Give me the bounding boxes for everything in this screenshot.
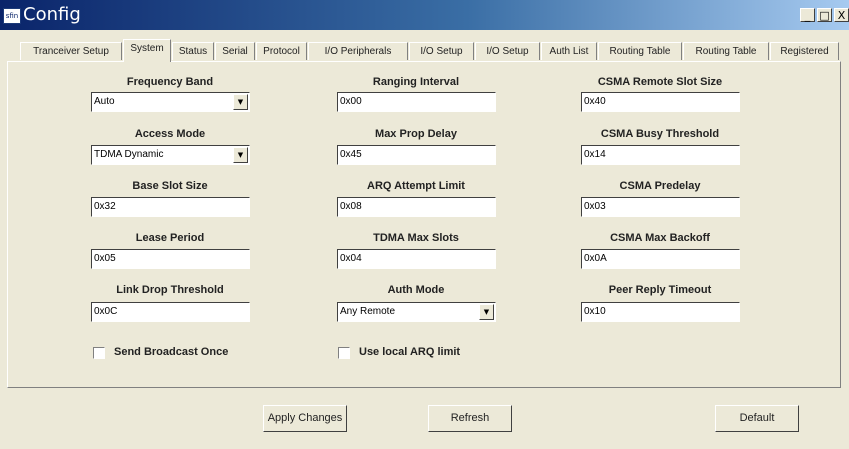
access-mode-select[interactable]: TDMA Dynamic ▼: [91, 145, 250, 165]
tab-io-peripherals[interactable]: I/O Peripherals: [308, 42, 408, 60]
lease-period-input[interactable]: 0x05: [91, 249, 250, 269]
ranging-interval-label: Ranging Interval: [372, 76, 460, 88]
max-prop-delay-input[interactable]: 0x45: [337, 145, 496, 165]
tab-routing-table-1[interactable]: Routing Table: [598, 42, 682, 60]
tab-status[interactable]: Status: [172, 42, 214, 60]
auth-mode-label: Auth Mode: [387, 284, 445, 296]
peer-reply-timeout-input[interactable]: 0x10: [581, 302, 740, 322]
close-button[interactable]: X: [834, 8, 849, 22]
window-title: Config: [23, 4, 81, 25]
maximize-button[interactable]: □: [817, 8, 832, 22]
tab-io-setup-1[interactable]: I/O Setup: [409, 42, 474, 60]
tab-routing-table-2[interactable]: Routing Table: [683, 42, 769, 60]
frequency-band-select[interactable]: Auto ▼: [91, 92, 250, 112]
lease-period-label: Lease Period: [135, 232, 205, 244]
tab-serial[interactable]: Serial: [215, 42, 255, 60]
base-slot-size-input[interactable]: 0x32: [91, 197, 250, 217]
csma-max-backoff-input[interactable]: 0x0A: [581, 249, 740, 269]
app-icon: sfin: [3, 8, 21, 24]
tab-system[interactable]: System: [123, 39, 171, 62]
csma-max-backoff-label: CSMA Max Backoff: [610, 232, 710, 244]
send-broadcast-once-label[interactable]: Send Broadcast Once: [114, 346, 228, 358]
access-mode-value: TDMA Dynamic: [94, 149, 164, 160]
tab-registered[interactable]: Registered: [770, 42, 839, 60]
csma-predelay-label: CSMA Predelay: [619, 180, 701, 192]
csma-remote-slot-size-input[interactable]: 0x40: [581, 92, 740, 112]
link-drop-threshold-input[interactable]: 0x0C: [91, 302, 250, 322]
chevron-down-icon[interactable]: ▼: [233, 94, 248, 110]
tab-tranceiver-setup[interactable]: Tranceiver Setup: [20, 42, 122, 60]
tdma-max-slots-input[interactable]: 0x04: [337, 249, 496, 269]
arq-attempt-limit-input[interactable]: 0x08: [337, 197, 496, 217]
frequency-band-value: Auto: [94, 96, 115, 107]
title-bar: sfin Config _ □ X: [0, 0, 849, 30]
apply-changes-button[interactable]: Apply Changes: [263, 405, 347, 432]
auth-mode-value: Any Remote: [340, 306, 396, 317]
use-local-arq-limit-label[interactable]: Use local ARQ limit: [359, 346, 460, 358]
access-mode-label: Access Mode: [134, 128, 206, 140]
close-icon: X: [837, 9, 846, 22]
tab-strip: Tranceiver Setup System Status Serial Pr…: [0, 39, 849, 62]
chevron-down-icon[interactable]: ▼: [479, 304, 494, 320]
max-prop-delay-label: Max Prop Delay: [375, 128, 457, 140]
link-drop-threshold-label: Link Drop Threshold: [116, 284, 224, 296]
refresh-button[interactable]: Refresh: [428, 405, 512, 432]
tdma-max-slots-label: TDMA Max Slots: [373, 232, 459, 244]
base-slot-size-label: Base Slot Size: [132, 180, 208, 192]
tab-protocol[interactable]: Protocol: [256, 42, 307, 60]
csma-remote-slot-size-label: CSMA Remote Slot Size: [597, 76, 723, 88]
maximize-icon: □: [819, 9, 830, 22]
csma-busy-threshold-label: CSMA Busy Threshold: [600, 128, 720, 140]
use-local-arq-limit-checkbox[interactable]: [338, 347, 350, 359]
minimize-button[interactable]: _: [800, 8, 815, 22]
arq-attempt-limit-label: ARQ Attempt Limit: [367, 180, 465, 192]
csma-predelay-input[interactable]: 0x03: [581, 197, 740, 217]
peer-reply-timeout-label: Peer Reply Timeout: [608, 284, 712, 296]
default-button[interactable]: Default: [715, 405, 799, 432]
csma-busy-threshold-input[interactable]: 0x14: [581, 145, 740, 165]
chevron-down-icon[interactable]: ▼: [233, 147, 248, 163]
send-broadcast-once-checkbox[interactable]: [93, 347, 105, 359]
minimize-icon: _: [804, 9, 811, 22]
ranging-interval-input[interactable]: 0x00: [337, 92, 496, 112]
frequency-band-label: Frequency Band: [126, 76, 214, 88]
tab-auth-list[interactable]: Auth List: [541, 42, 597, 60]
auth-mode-select[interactable]: Any Remote ▼: [337, 302, 496, 322]
tab-io-setup-2[interactable]: I/O Setup: [475, 42, 540, 60]
